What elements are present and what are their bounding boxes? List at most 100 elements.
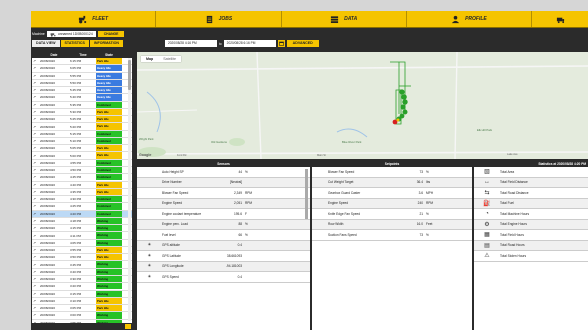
event-row[interactable]: ↗ 20/08/2020 4:25 PM Combined [32, 203, 132, 211]
event-row[interactable]: ↗ 20/08/2020 4:11 PM Working [32, 232, 132, 240]
event-row[interactable]: ↗ 20/08/2020 4:05 PM Working [32, 239, 132, 247]
event-date: 20/08/2020 [40, 73, 56, 78]
advanced-button[interactable]: ADVANCED [286, 40, 319, 47]
engine-hours-icon: ⚙ [484, 221, 490, 228]
event-row[interactable]: ↗ 20/08/2020 3:20 PM Working [32, 283, 132, 291]
change-machine-button[interactable]: CHANGE [97, 31, 125, 37]
setpoint-label: Knife Edge Fan Speed [328, 211, 361, 216]
setpoint-row: Row Width 16.0 Feet [312, 219, 472, 230]
event-state-badge: Park Idle [96, 181, 122, 188]
sensors-scrollbar[interactable] [305, 169, 308, 219]
gps-icon: ✴ [147, 252, 152, 259]
sensor-value: 44 [238, 169, 242, 174]
browser-top-bar [0, 0, 588, 11]
date-from-field[interactable]: 2020/08/28 4:16 PM [165, 40, 217, 47]
events-footer-button[interactable] [125, 324, 131, 329]
nav-fleet[interactable]: FLEET [31, 11, 157, 27]
calendar-icon[interactable] [277, 40, 285, 47]
event-time: 5:50 PM [70, 80, 82, 85]
event-row[interactable]: ↗ 20/08/2020 6:05 PM Heavy Idle [32, 65, 132, 73]
event-state-badge: Working [96, 261, 122, 268]
events-scrollbar[interactable] [128, 58, 131, 321]
event-row[interactable]: ↗ 20/08/2020 4:30 PM Combined [32, 196, 132, 204]
event-row[interactable]: ↗ 20/08/2020 3:10 PM Park Idle [32, 297, 132, 306]
nav-jobs[interactable]: JOBS [156, 11, 282, 27]
sensor-row: ✴ GPS Longitude -94.181003 [137, 261, 310, 272]
events-table: Date Time State ↗ 20/08/2020 6:15 PM Park I… [32, 52, 132, 323]
event-row[interactable]: ↗ 20/08/2020 3:00 PM Working [32, 312, 132, 320]
event-date: 20/08/2020 [40, 197, 56, 202]
event-state-badge: Combined [96, 210, 122, 217]
tab-data-view[interactable]: DATA VIEW [32, 40, 60, 47]
event-date: 20/08/2020 [40, 80, 56, 85]
event-row[interactable]: ↗ 20/08/2020 4:55 PM Combined [32, 159, 132, 167]
setpoint-row: Cut Weight Target 36.4 lbs [312, 177, 472, 188]
nav-profile[interactable]: PROFILE [407, 11, 533, 27]
setpoints-panel: Setpoints Blower Fan Speed 73% Cut Weight … [312, 161, 472, 330]
event-row[interactable]: ↗ 20/08/2020 3:40 PM Working [32, 268, 132, 276]
tab-information[interactable]: INFORMATION [89, 40, 124, 47]
events-scroll-thumb[interactable] [128, 60, 131, 90]
event-row[interactable]: ↗ 20/08/2020 3:50 PM Park Idle [32, 254, 132, 262]
event-row[interactable]: ↗ 20/08/2020 3:05 PM Park Idle [32, 305, 132, 313]
sensor-value: 195.6 [234, 211, 242, 216]
event-row[interactable]: ↗ 20/08/2020 5:10 PM Combined [32, 137, 132, 146]
event-row[interactable]: ↗ 20/08/2020 5:55 PM Heavy Idle [32, 72, 132, 80]
event-date: 20/08/2020 [40, 211, 56, 216]
event-row[interactable]: ↗ 20/08/2020 5:15 PM Combined [32, 130, 132, 138]
event-row[interactable]: ↗ 20/08/2020 5:20 PM Park Idle [32, 123, 132, 131]
event-row[interactable]: ↗ 20/08/2020 5:25 PM Park Idle [32, 116, 132, 124]
event-row[interactable]: ↗ 20/08/2020 3:15 PM Working [32, 290, 132, 298]
nav-extra[interactable] [532, 11, 588, 27]
event-row[interactable]: ↗ 20/08/2020 5:50 PM Heavy Idle [32, 79, 132, 88]
event-row[interactable]: ↗ 20/08/2020 3:45 PM Working [32, 261, 132, 269]
event-row[interactable]: ↗ 20/08/2020 4:50 PM Combined [32, 167, 132, 175]
event-row[interactable]: ↗ 20/08/2020 5:35 PM Combined [32, 101, 132, 109]
event-date: 20/08/2020 [40, 262, 56, 267]
event-state-badge: Working [96, 283, 122, 290]
view-tabs: DATA VIEW STATISTICS INFORMATION [32, 40, 124, 47]
event-row[interactable]: ↗ 20/08/2020 4:45 PM Combined [32, 174, 132, 182]
map-view[interactable]: Map Satellite Wright Park Old Gardens Bl… [137, 52, 588, 159]
setpoint-value: 21 [419, 211, 423, 216]
event-row[interactable]: ↗ 20/08/2020 5:00 PM Park Idle [32, 152, 132, 160]
machine-name-field[interactable]: unnamed 1D0B000124 [46, 31, 96, 37]
event-row[interactable]: ↗ 20/08/2020 5:30 PM Park Idle [32, 108, 132, 117]
event-time: 4:50 PM [70, 168, 82, 173]
event-time: 5:00 PM [70, 153, 82, 158]
nav-data[interactable]: DATA [282, 11, 407, 27]
sensor-value: 38.661093 [226, 253, 242, 258]
event-row[interactable]: ↗ 20/08/2020 5:40 PM Heavy Idle [32, 94, 132, 102]
event-time: 4:05 PM [70, 240, 82, 245]
left-gutter [0, 11, 31, 330]
event-state-badge: Park Idle [96, 297, 122, 304]
map-tab-satellite[interactable]: Satellite [158, 56, 181, 62]
event-date: 20/08/2020 [40, 240, 56, 245]
setpoint-label: Blower Fan Speed [328, 169, 355, 174]
event-row[interactable]: ↗ 20/08/2020 5:45 PM Heavy Idle [32, 87, 132, 95]
event-state-badge: Combined [96, 159, 122, 166]
event-row[interactable]: ↗ 20/08/2020 3:55 PM Park Idle [32, 246, 132, 255]
tab-statistics[interactable]: STATISTICS [60, 40, 89, 47]
event-row[interactable]: ↗ 20/08/2020 4:18 PM Working [32, 217, 132, 226]
sensor-row: Fuel level 66% [137, 230, 310, 241]
event-row[interactable]: ↗ 20/08/2020 4:20 PM Combined [32, 210, 132, 218]
event-row[interactable]: ↗ 20/08/2020 5:05 PM Park Idle [32, 145, 132, 153]
sensor-row: Blower Fan Speed 2,349 RPM [137, 188, 310, 199]
setpoint-value: 36.4 [416, 180, 423, 185]
event-date: 20/08/2020 [40, 255, 56, 260]
event-date: 20/08/2020 [40, 291, 56, 296]
event-row[interactable]: ↗ 20/08/2020 4:35 PM Park Idle [32, 188, 132, 197]
event-state-badge: Park Idle [96, 152, 122, 159]
event-date: 20/08/2020 [40, 95, 56, 100]
event-row[interactable]: ↗ 20/08/2020 3:30 PM Working [32, 276, 132, 284]
event-row[interactable]: ↗ 20/08/2020 4:40 PM Park Idle [32, 181, 132, 189]
machine-label: Machine [32, 32, 45, 36]
setpoints-rows: Blower Fan Speed 73% Cut Weight Target 36.4… [312, 167, 472, 241]
event-row[interactable]: ↗ 20/08/2020 4:15 PM Working [32, 225, 132, 233]
map-tab-map[interactable]: Map [141, 56, 158, 62]
sensor-value: 0.4 [237, 243, 242, 248]
date-to-field[interactable]: 2020/08/28 6:16 PM [223, 40, 276, 47]
event-row[interactable]: ↗ 20/08/2020 6:15 PM Park Idle [32, 58, 132, 66]
fuel-icon: ⛽ [483, 200, 491, 207]
